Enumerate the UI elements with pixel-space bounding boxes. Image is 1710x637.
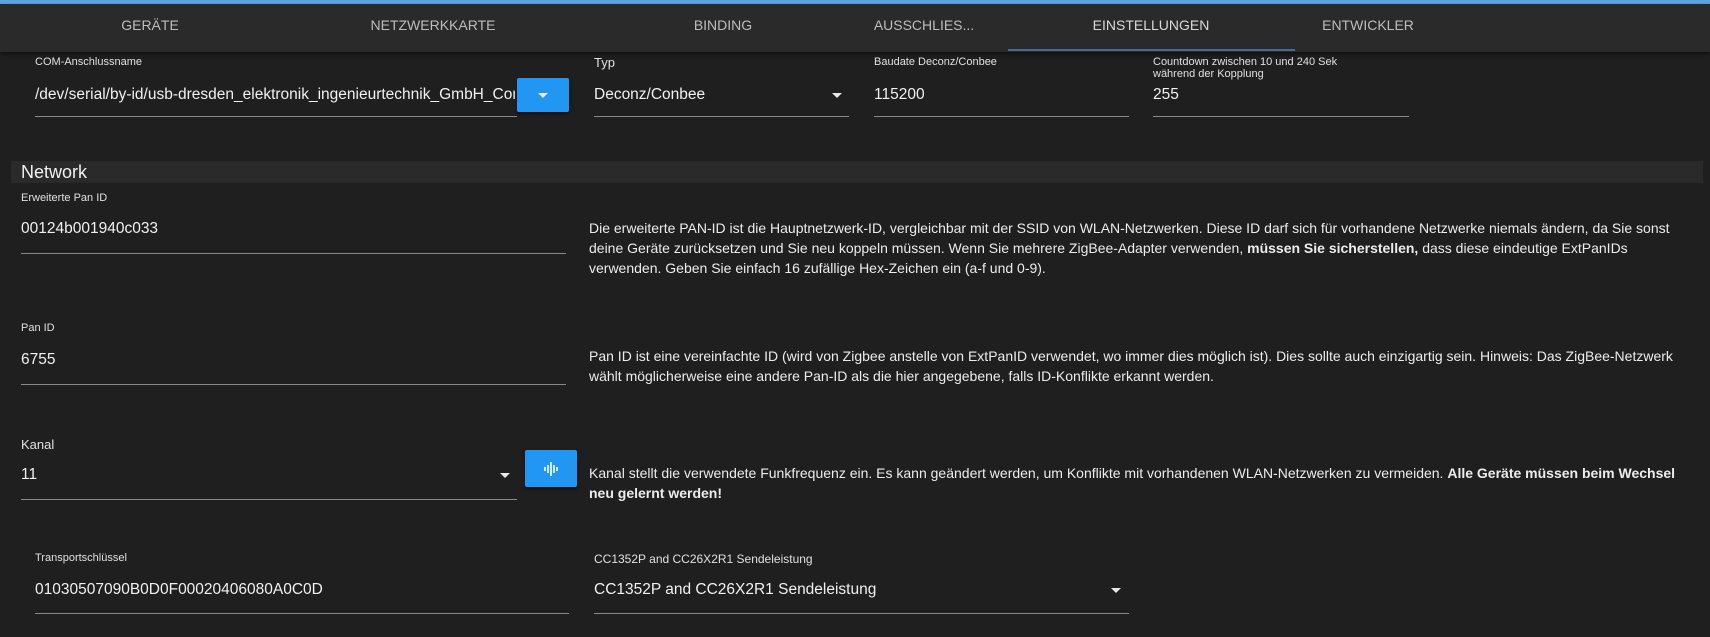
countdown-label-line2: während der Kopplung [1153,68,1264,80]
countdown-input[interactable]: 255 [1153,86,1403,104]
network-title: Network [21,162,88,182]
com-port-underline [35,116,517,117]
typ-underline [594,116,849,117]
tab-geraete[interactable]: GERÄTE [121,4,179,52]
typ-label: Typ [594,55,615,70]
chevron-down-icon [500,473,510,478]
kanal-desc-text: Kanal stellt die verwendete Funkfrequenz… [589,465,1448,481]
typ-select[interactable]: Deconz/Conbee [594,86,824,104]
extpanid-desc-bold: müssen Sie sicherstellen, [1247,240,1419,256]
transport-key-input[interactable]: 01030507090B0D0F00020406080A0C0D [35,581,565,599]
tab-bar: GERÄTE NETZWERKKARTE BINDING AUSSCHLIES.… [0,4,1710,52]
com-port-label: COM-Anschlussname [35,56,142,68]
panid-description: Pan ID ist eine vereinfachte ID (wird vo… [589,348,1673,384]
panid-underline [21,384,566,385]
chevron-down-icon [1111,588,1121,593]
chevron-down-icon [832,93,842,98]
tab-einstellungen[interactable]: EINSTELLUNGEN [1093,4,1210,52]
transport-key-underline [35,613,569,614]
channel-scan-button[interactable] [525,450,577,487]
kanal-description: Kanal stellt die verwendete Funkfrequenz… [589,463,1697,503]
waveform-icon [544,461,558,476]
panid-label: Pan ID [21,322,55,334]
extpanid-underline [21,253,566,254]
tab-entwickler[interactable]: ENTWICKLER [1322,4,1414,52]
baud-input[interactable]: 115200 [874,86,1124,104]
tab-netzwerkkarte[interactable]: NETZWERKKARTE [371,4,496,52]
com-port-dropdown-button[interactable] [517,78,569,112]
tx-power-underline [594,613,1129,614]
active-tab-indicator [1008,49,1295,51]
extpanid-input[interactable]: 00124b001940c033 [21,220,561,238]
transport-key-label: Transportschlüssel [35,552,127,564]
kanal-select[interactable]: 11 [21,466,461,484]
com-port-input[interactable]: /dev/serial/by-id/usb-dresden_elektronik… [35,86,515,104]
tx-power-select[interactable]: CC1352P and CC26X2R1 Sendeleistung [594,581,1104,599]
panid-input[interactable]: 6755 [21,351,561,369]
caret-down-icon [538,92,548,98]
extpanid-description: Die erweiterte PAN-ID ist die Hauptnetzw… [589,218,1697,278]
baud-label: Baudate Deconz/Conbee [874,56,997,68]
countdown-underline [1153,116,1409,117]
tab-binding[interactable]: BINDING [694,4,752,52]
tx-power-label: CC1352P and CC26X2R1 Sendeleistung [594,552,813,566]
kanal-underline [21,499,517,500]
tab-ausschliessen[interactable]: AUSSCHLIES... [874,4,974,52]
network-section-header: Network [11,161,1703,183]
kanal-label: Kanal [21,437,55,452]
baud-underline [874,116,1129,117]
extpanid-label: Erweiterte Pan ID [21,192,108,204]
